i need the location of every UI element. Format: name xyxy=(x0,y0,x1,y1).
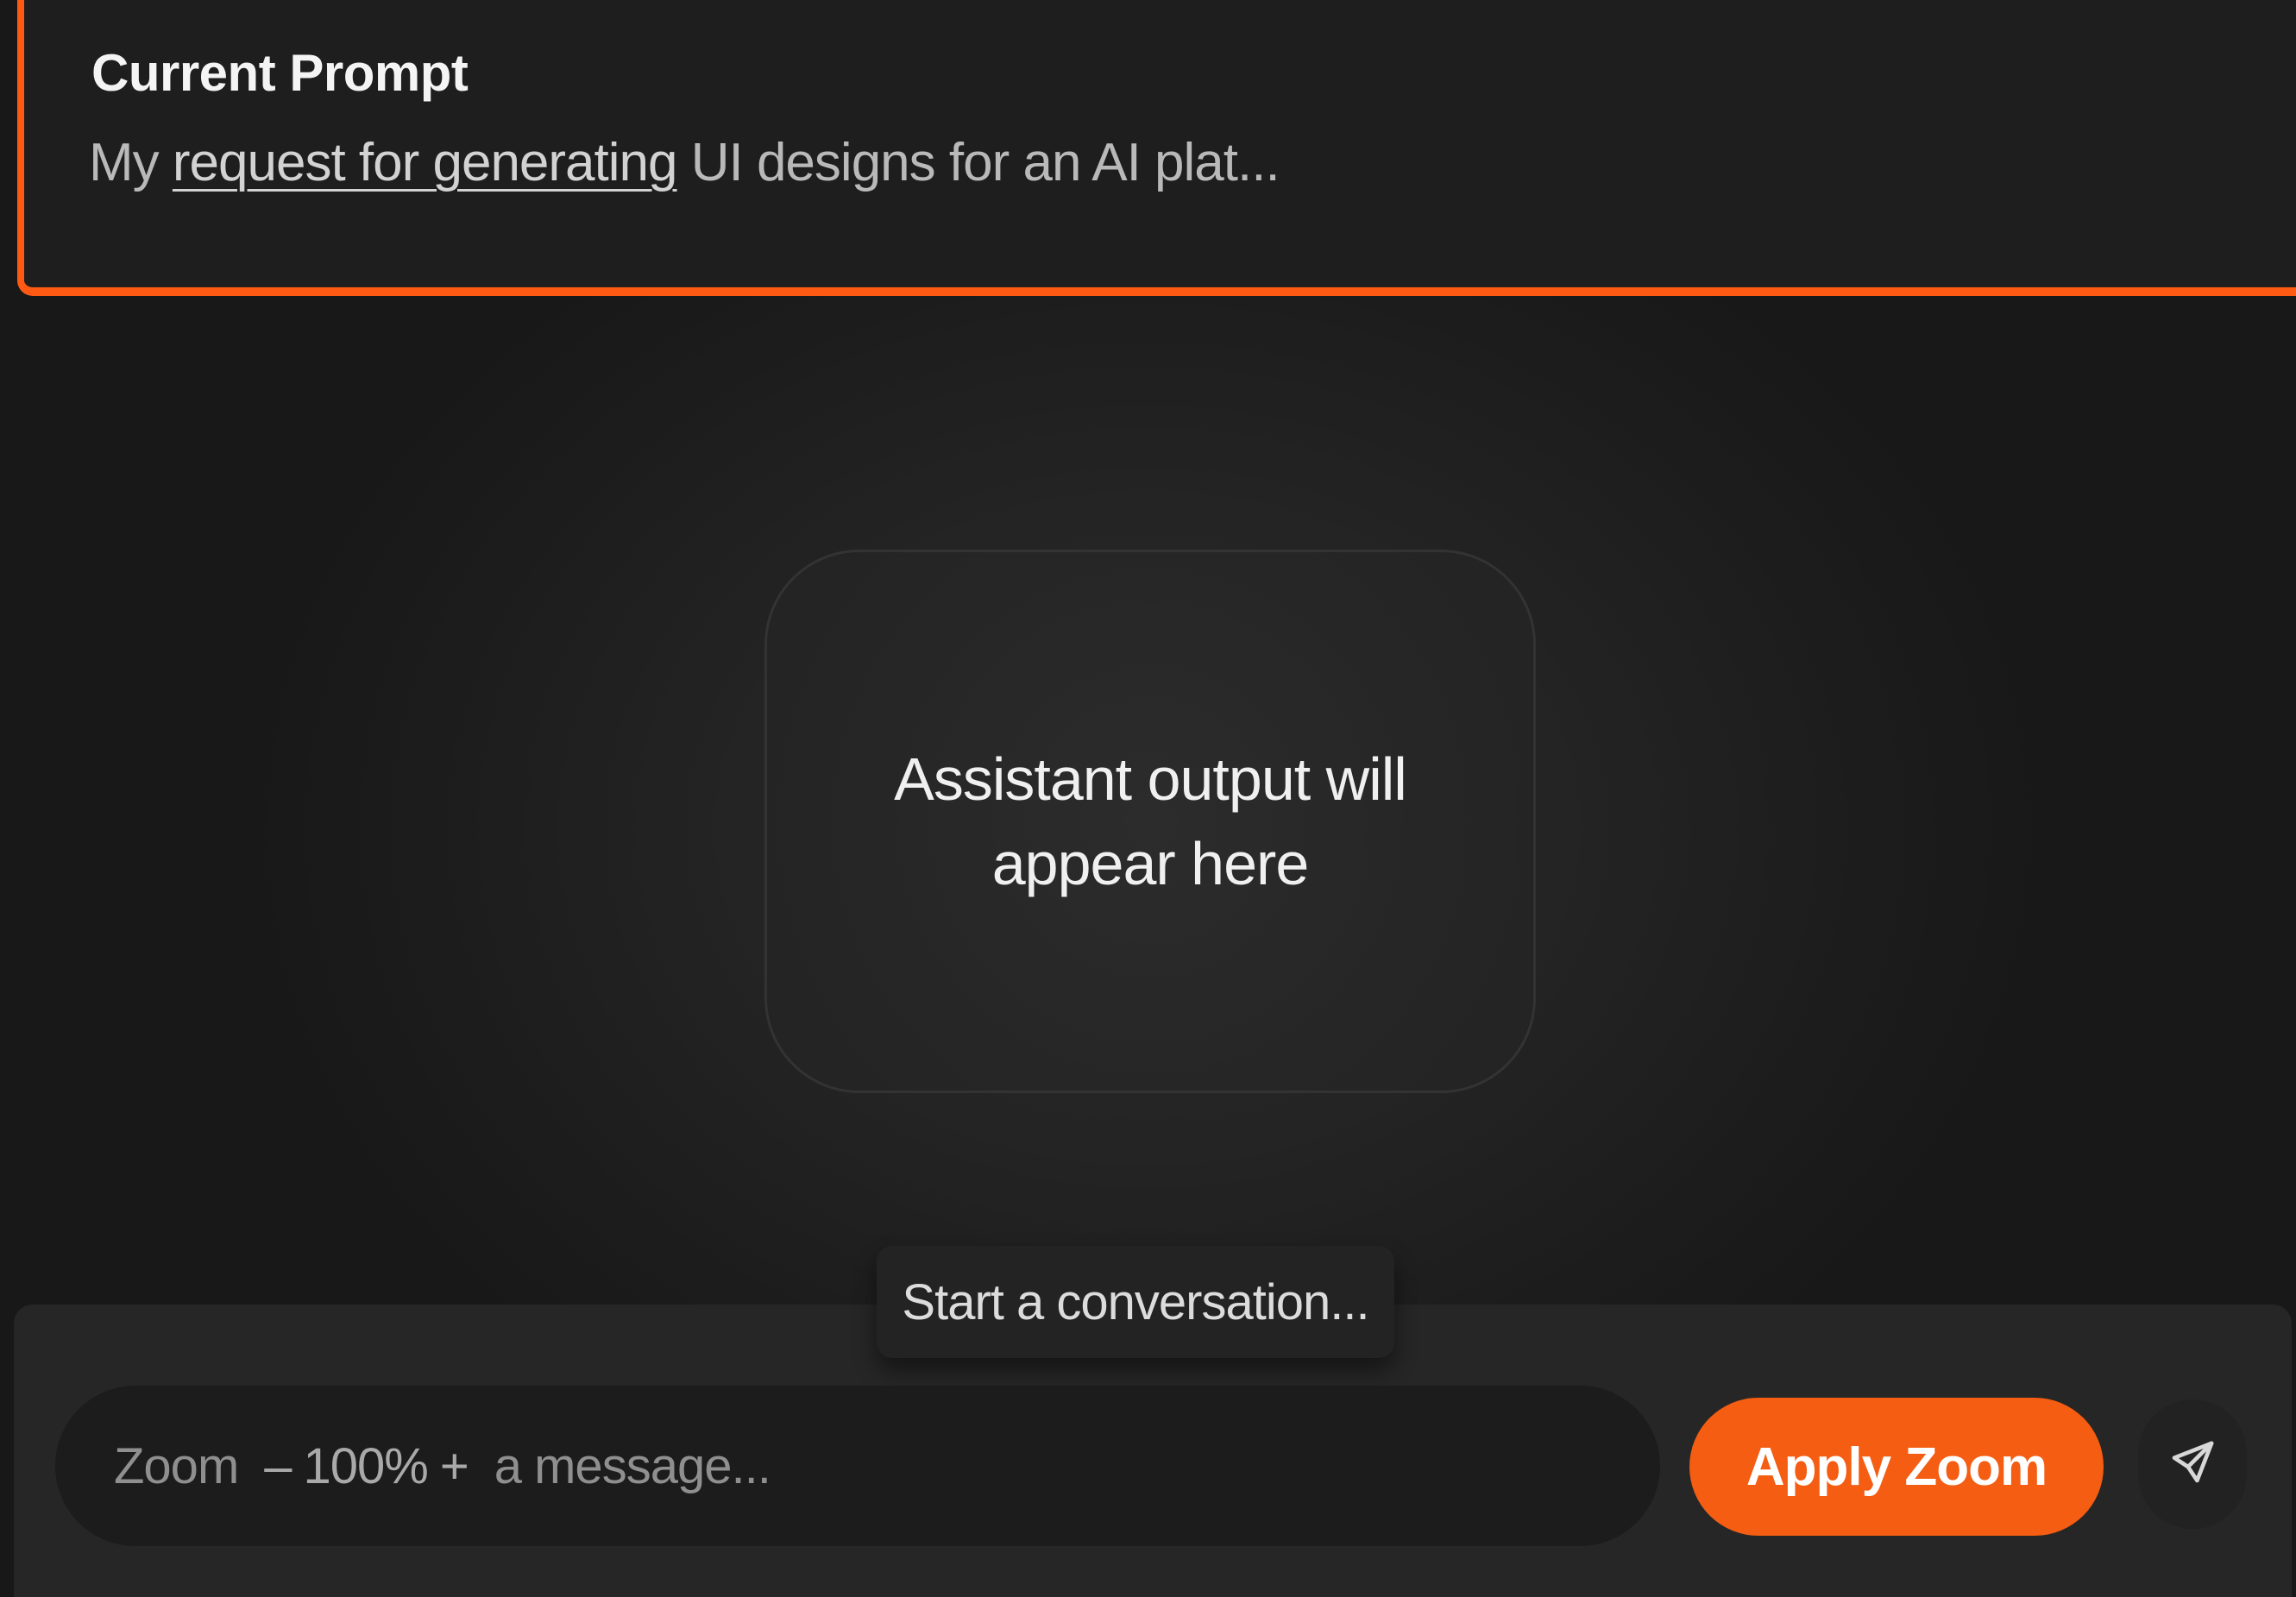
zoom-in-button[interactable]: + xyxy=(440,1437,469,1495)
zoom-value: 100% xyxy=(303,1437,429,1494)
zoom-control: – 100% + xyxy=(264,1437,469,1495)
app-window: Current Prompt My request for generating… xyxy=(0,0,2296,1597)
send-button[interactable] xyxy=(2138,1399,2247,1529)
current-prompt-panel: Current Prompt My request for generating… xyxy=(17,0,2296,296)
assistant-output-card: Assistant output will appear here xyxy=(764,550,1536,1093)
prompt-text-prefix: My xyxy=(89,133,173,192)
input-prefix: Zoom xyxy=(114,1437,239,1494)
input-placeholder: a message... xyxy=(494,1437,771,1494)
prompt-link[interactable]: request for generating xyxy=(173,133,678,192)
prompt-text-suffix: UI designs for an AI plat... xyxy=(676,133,1280,192)
start-conversation-tooltip: Start a conversation... xyxy=(877,1246,1394,1358)
assistant-output-placeholder: Assistant output will appear here xyxy=(894,745,1407,897)
paper-plane-icon xyxy=(2168,1438,2217,1491)
zoom-out-button[interactable]: – xyxy=(264,1437,292,1495)
message-input[interactable]: Zoom – 100% + a message... xyxy=(55,1386,1660,1546)
apply-zoom-button[interactable]: Apply Zoom xyxy=(1689,1398,2104,1536)
current-prompt-title: Current Prompt xyxy=(91,44,469,102)
current-prompt-text: My request for generating UI designs for… xyxy=(89,132,1280,193)
